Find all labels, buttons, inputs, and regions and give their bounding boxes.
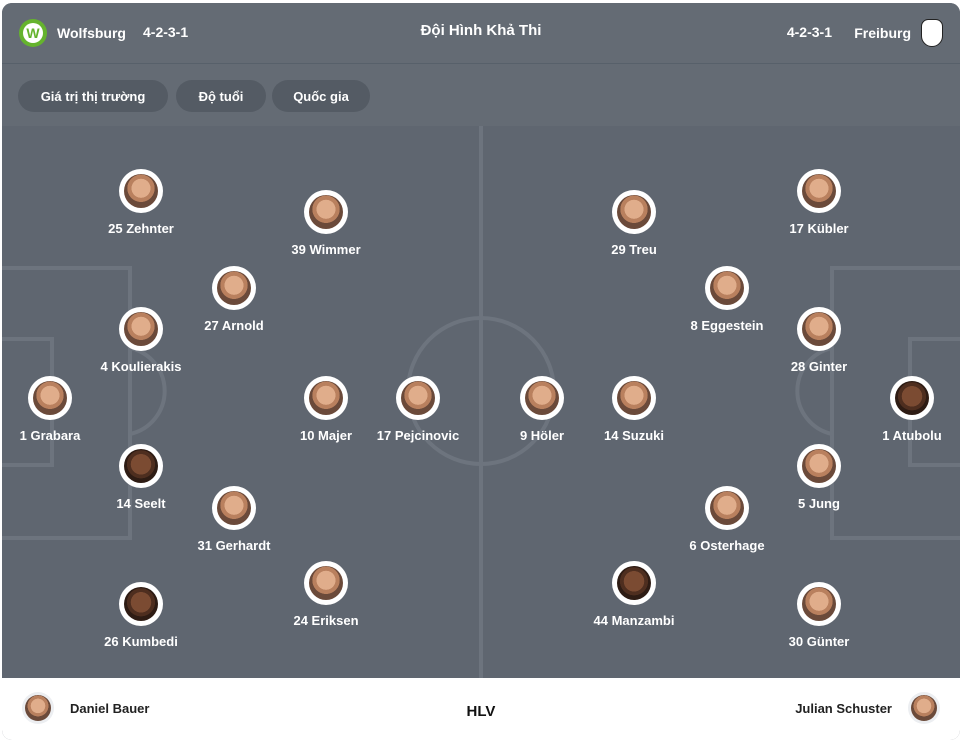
player-avatar bbox=[119, 307, 163, 351]
away-coach-name: Julian Schuster bbox=[795, 700, 892, 716]
player-avatar bbox=[304, 190, 348, 234]
player-avatar bbox=[28, 376, 72, 420]
player-avatar bbox=[212, 486, 256, 530]
player-home-gerhardt[interactable]: 31 Gerhardt bbox=[169, 486, 299, 553]
player-avatar bbox=[612, 190, 656, 234]
filter-age-button[interactable]: Độ tuổi bbox=[176, 80, 266, 112]
filter-country-button[interactable]: Quốc gia bbox=[272, 80, 370, 112]
player-home-koulierakis[interactable]: 4 Koulierakis bbox=[76, 307, 206, 374]
away-formation: 4-2-3-1 bbox=[786, 24, 832, 40]
player-avatar bbox=[797, 582, 841, 626]
player-avatar bbox=[304, 376, 348, 420]
lineup-card: W Wolfsburg 4-2-3-1 Đội Hình Khả Thi 4-2… bbox=[2, 3, 960, 740]
player-away-suzuki[interactable]: 14 Suzuki bbox=[569, 376, 699, 443]
filter-bar: Giá trị thị trường Độ tuổi Quốc gia bbox=[2, 64, 960, 126]
away-team-name: Freiburg bbox=[854, 25, 911, 41]
player-home-eriksen[interactable]: 24 Eriksen bbox=[261, 561, 391, 628]
freiburg-crest-icon bbox=[921, 19, 943, 47]
player-avatar bbox=[304, 561, 348, 605]
player-avatar bbox=[705, 486, 749, 530]
player-away-gunter[interactable]: 30 Günter bbox=[754, 582, 884, 649]
player-away-ginter[interactable]: 28 Ginter bbox=[754, 307, 884, 374]
player-avatar bbox=[212, 266, 256, 310]
player-avatar bbox=[520, 376, 564, 420]
player-avatar bbox=[119, 169, 163, 213]
player-avatar bbox=[396, 376, 440, 420]
pitch: 25 Zehnter 39 Wimmer 27 Arnold 4 Koulier… bbox=[2, 126, 960, 678]
player-away-kubler[interactable]: 17 Kübler bbox=[754, 169, 884, 236]
player-avatar bbox=[890, 376, 934, 420]
player-home-grabara[interactable]: 1 Grabara bbox=[2, 376, 115, 443]
player-avatar bbox=[612, 376, 656, 420]
coach-avatar bbox=[908, 692, 940, 724]
player-avatar bbox=[119, 444, 163, 488]
player-avatar bbox=[797, 444, 841, 488]
coaches-bar: Daniel Bauer HLV Julian Schuster bbox=[2, 678, 960, 740]
lineup-header: W Wolfsburg 4-2-3-1 Đội Hình Khả Thi 4-2… bbox=[2, 3, 960, 64]
player-away-atubolu[interactable]: 1 Atubolu bbox=[847, 376, 960, 443]
player-home-wimmer[interactable]: 39 Wimmer bbox=[261, 190, 391, 257]
away-team[interactable]: Freiburg bbox=[854, 19, 943, 47]
filter-market-value-button[interactable]: Giá trị thị trường bbox=[18, 80, 168, 112]
player-home-kumbedi[interactable]: 26 Kumbedi bbox=[76, 582, 206, 649]
player-avatar bbox=[119, 582, 163, 626]
player-away-treu[interactable]: 29 Treu bbox=[569, 190, 699, 257]
player-away-osterhage[interactable]: 6 Osterhage bbox=[662, 486, 792, 553]
player-avatar bbox=[705, 266, 749, 310]
player-home-pejcinovic[interactable]: 17 Pejcinovic bbox=[353, 376, 483, 443]
player-away-manzambi[interactable]: 44 Manzambi bbox=[569, 561, 699, 628]
player-avatar bbox=[612, 561, 656, 605]
player-home-zehnter[interactable]: 25 Zehnter bbox=[76, 169, 206, 236]
player-avatar bbox=[797, 169, 841, 213]
away-coach[interactable]: Julian Schuster bbox=[795, 692, 940, 724]
player-avatar bbox=[797, 307, 841, 351]
